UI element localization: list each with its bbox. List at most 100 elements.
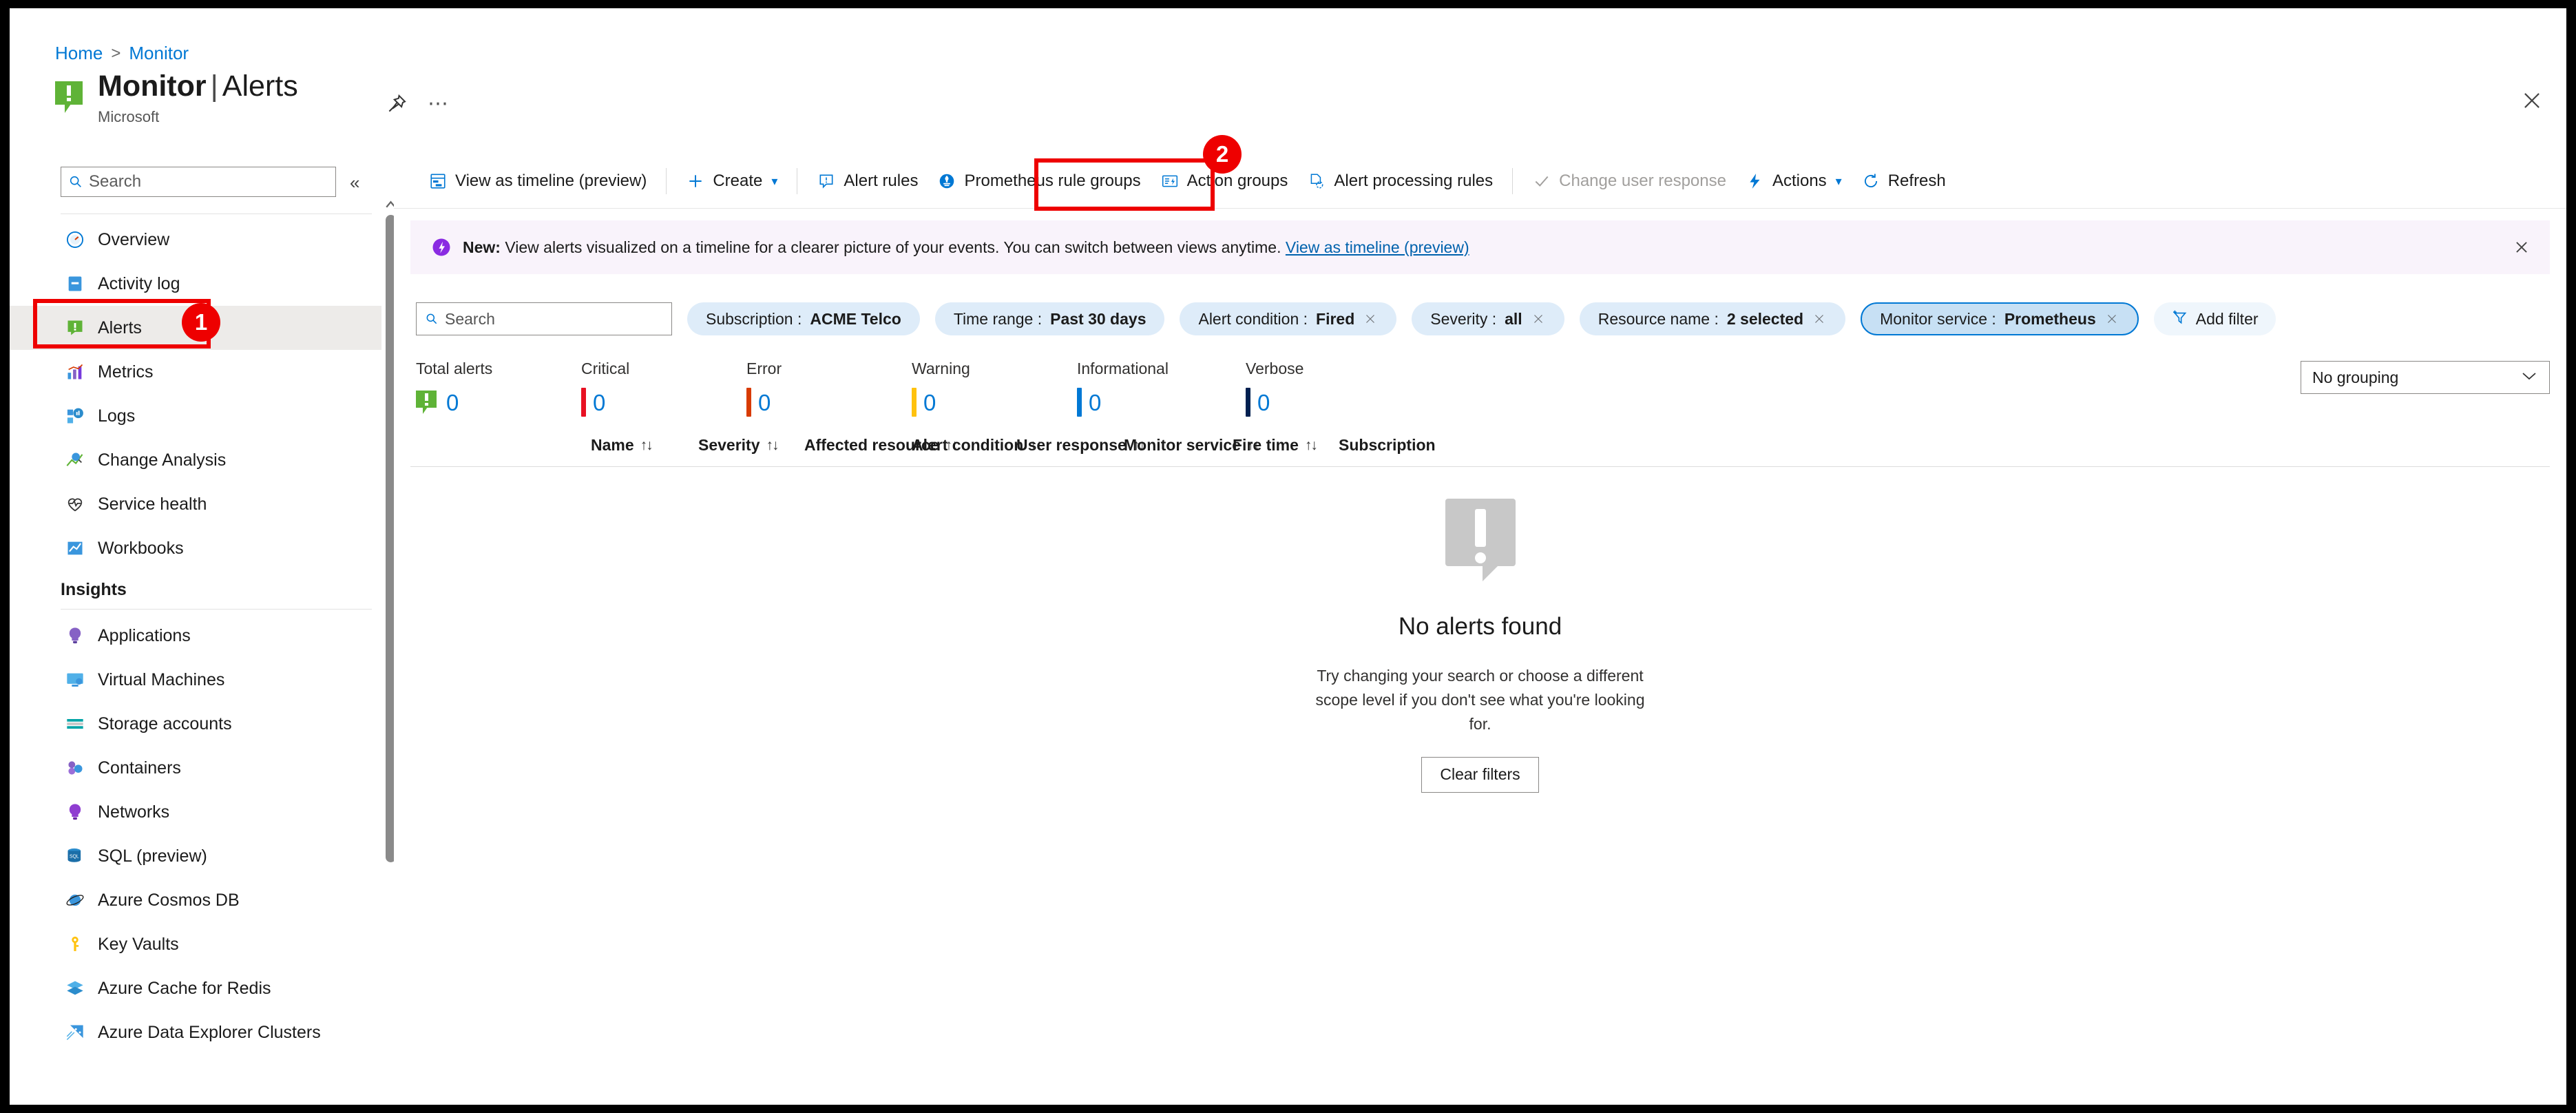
sidebar-item-metrics[interactable]: Metrics [10,350,381,394]
sidebar-item-storage-accounts[interactable]: Storage accounts [10,702,381,746]
filter-pill-resource-name[interactable]: Resource name : 2 selected [1579,302,1846,335]
summary-error[interactable]: Error 0 [746,360,912,417]
column-header-severity[interactable]: Severity ↑↓ [698,436,779,455]
heart-pulse-icon [65,494,85,514]
sidebar-item-containers[interactable]: Containers [10,746,381,790]
remove-filter-icon[interactable] [2104,311,2119,326]
command-separator [1512,168,1514,194]
pill-value: ACME Telco [810,309,901,328]
sidebar-search-input[interactable]: Search [61,167,336,197]
filter-pill-time-range[interactable]: Time range : Past 30 days [934,302,1165,335]
sidebar-item-label: Containers [98,758,181,778]
sidebar-item-azure-cosmos-db[interactable]: Azure Cosmos DB [10,878,381,922]
sidebar-collapse-button[interactable]: « [350,172,359,194]
sidebar-item-sql-preview[interactable]: SQL SQL (preview) [10,834,381,878]
containers-icon [65,758,85,778]
column-header-fire-time[interactable]: Fire time ↑↓ [1233,436,1318,455]
cmd-prometheus-rule-groups[interactable]: Prometheus rule groups [928,162,1150,200]
remove-filter-icon[interactable] [1531,311,1546,326]
sidebar-item-workbooks[interactable]: Workbooks [10,526,381,570]
summary-value: 0 [758,389,771,415]
pill-key: Time range : [953,309,1043,328]
alert-bubble-icon [65,318,85,338]
redis-cache-icon [65,978,85,999]
summary-verbose[interactable]: Verbose 0 [1246,360,1411,417]
cmd-alert-processing-rules[interactable]: Alert processing rules [1297,162,1502,200]
sidebar-item-applications[interactable]: Applications [10,614,381,658]
banner-link[interactable]: View as timeline (preview) [1286,238,1469,256]
cmd-view-as-timeline[interactable]: View as timeline (preview) [419,162,656,200]
sidebar-item-service-health[interactable]: Service health [10,482,381,526]
remove-filter-icon[interactable] [1812,311,1827,326]
column-header-name[interactable]: Name ↑↓ [591,436,653,455]
sidebar-item-key-vaults[interactable]: Key Vaults [10,922,381,966]
sidebar: Search « Overview Activity log Alerts Me… [10,154,392,1105]
close-blade-button[interactable] [2517,85,2547,116]
banner-close-button[interactable] [2510,236,2533,259]
sidebar-search-placeholder: Search [89,172,142,191]
banner-prefix: New: [463,238,501,256]
filter-pill-subscription[interactable]: Subscription : ACME Telco [687,302,920,335]
cosmos-db-icon [65,890,85,911]
column-label: Severity [698,436,760,454]
monitor-alerts-icon [55,81,87,113]
megaphone-icon [431,237,452,258]
cmd-refresh[interactable]: Refresh [1852,162,1956,200]
breadcrumb-monitor[interactable]: Monitor [129,43,189,64]
cmd-actions[interactable]: Actions ▾ [1736,162,1852,200]
sidebar-item-activity-log[interactable]: Activity log [10,262,381,306]
sidebar-item-change-analysis[interactable]: Change Analysis [10,438,381,482]
filter-pill-severity[interactable]: Severity : all [1412,302,1564,335]
pill-value: 2 selected [1726,309,1804,328]
breadcrumb: Home > Monitor [55,43,189,64]
command-bar-divider [394,208,2566,209]
sidebar-item-azure-cache-for-redis[interactable]: Azure Cache for Redis [10,966,381,1010]
main-content: View as timeline (preview) Create ▾ Aler… [394,154,2566,1105]
azure-portal-blade: Home > Monitor Monitor | Alerts Microsoft … [10,8,2566,1105]
cmd-create[interactable]: Create ▾ [676,162,787,200]
severity-bar-error [746,388,751,417]
sidebar-item-virtual-machines[interactable]: Virtual Machines [10,658,381,702]
filter-pill-alert-condition[interactable]: Alert condition : Fired [1180,302,1397,335]
gauge-icon [65,229,85,250]
summary-total-alerts[interactable]: Total alerts 0 [416,360,581,417]
empty-state-description: Try changing your search or choose a dif… [1315,667,1645,733]
column-label: Alert condition [912,436,1024,454]
sidebar-item-networks[interactable]: Networks [10,790,381,834]
cmd-alert-rules[interactable]: Alert rules [807,162,928,200]
breadcrumb-home[interactable]: Home [55,43,103,64]
sidebar-item-logs[interactable]: Logs [10,394,381,438]
sidebar-item-azure-data-explorer-clusters[interactable]: Azure Data Explorer Clusters [10,1010,381,1054]
cmd-label: Change user response [1559,171,1726,190]
sort-icon: ↑↓ [766,437,779,453]
alerts-search-input[interactable]: Search [416,302,672,335]
storage-account-icon [65,714,85,734]
banner-text: New: View alerts visualized on a timelin… [463,238,1469,257]
column-header-subscription[interactable]: Subscription [1339,436,1436,455]
summary-critical[interactable]: Critical 0 [581,360,746,417]
grouping-dropdown[interactable]: No grouping [2301,361,2550,394]
filter-pill-monitor-service[interactable]: Monitor service : Prometheus [1861,302,2139,335]
summary-warning[interactable]: Warning 0 [912,360,1077,417]
command-separator [666,168,667,194]
alert-summary: Total alerts 0 Critical 0 Error 0 Warnin… [416,360,1411,417]
remove-filter-icon[interactable] [1363,311,1378,326]
sort-icon: ↑↓ [1304,437,1318,453]
summary-informational[interactable]: Informational 0 [1077,360,1246,417]
alert-rules-icon [817,171,836,191]
chevron-down-icon: ▾ [1835,174,1842,188]
sidebar-item-overview[interactable]: Overview [10,218,381,262]
cmd-label: Prometheus rule groups [964,171,1141,190]
annotation-badge-1: 1 [182,303,220,342]
add-filter-button[interactable]: Add filter [2153,302,2276,335]
cmd-label: Actions [1772,171,1827,190]
sidebar-item-label: Workbooks [98,538,184,558]
alert-bubble-large-icon [1445,499,1516,581]
clear-filters-button[interactable]: Clear filters [1421,756,1539,793]
empty-state-title: No alerts found [1398,613,1562,640]
logs-icon [65,406,85,426]
more-options-button[interactable]: ⋯ [428,92,450,116]
sidebar-item-label: Applications [98,625,191,645]
cmd-label: Create [713,171,763,190]
pin-icon[interactable] [385,92,408,116]
